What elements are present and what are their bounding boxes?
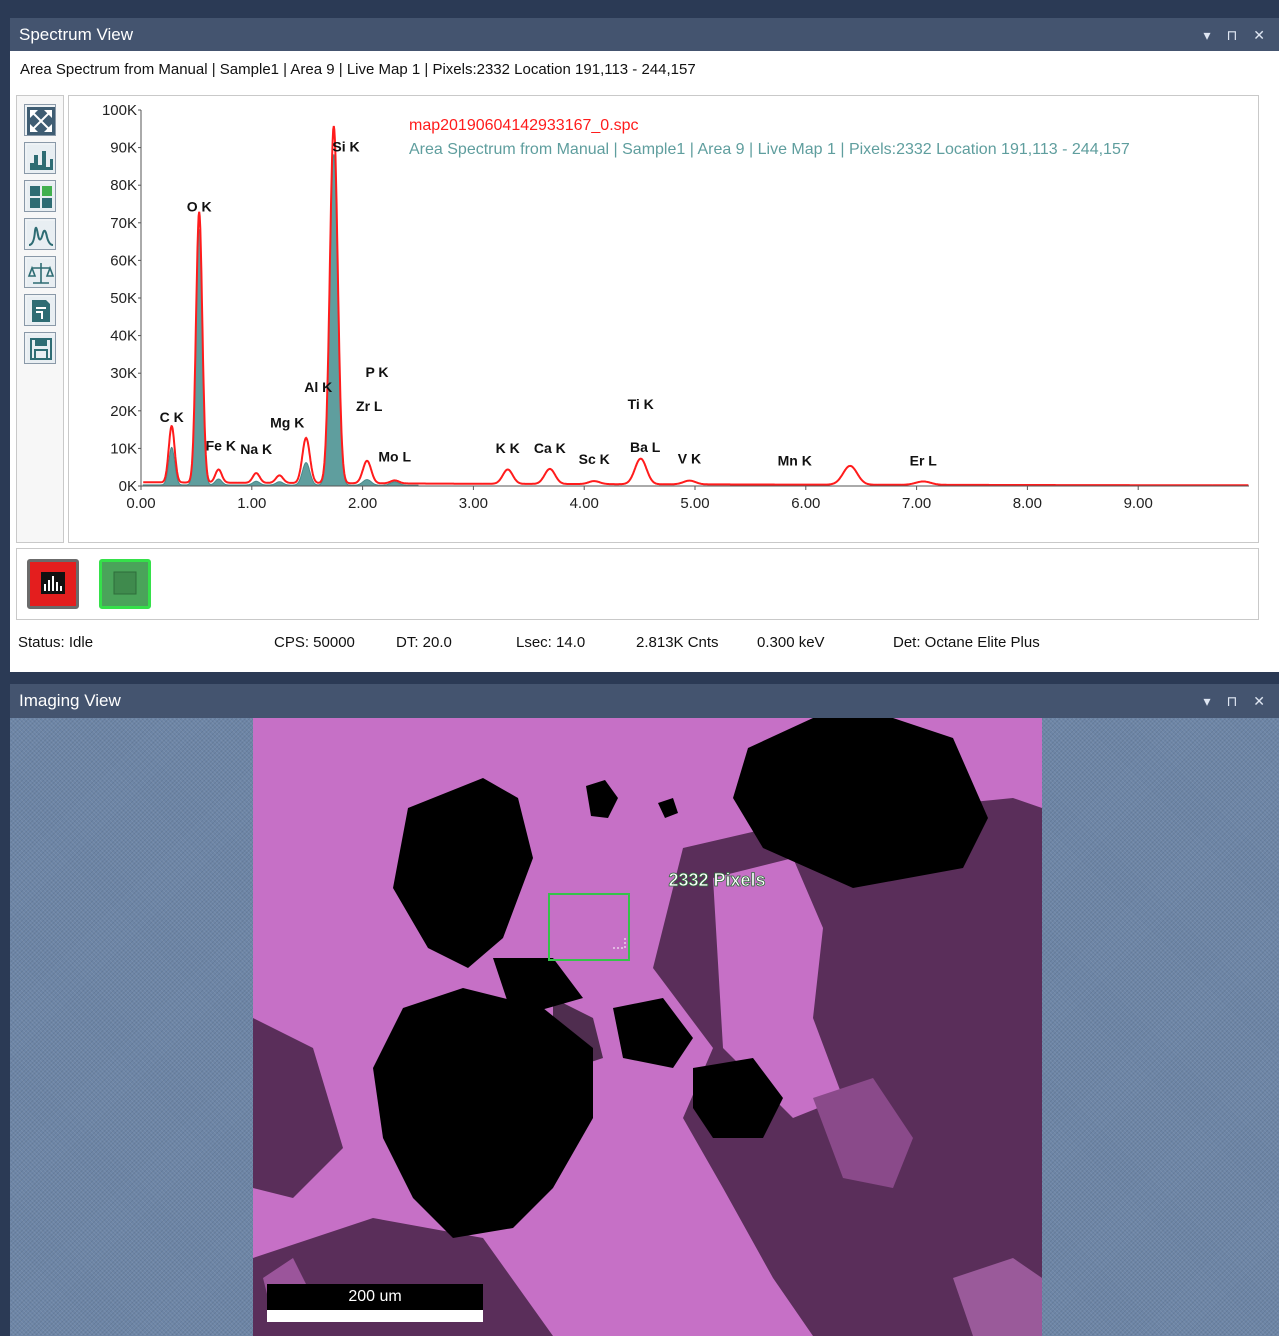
area-spectrum-series: [142, 154, 419, 487]
y-tick-label: 0K: [119, 478, 137, 495]
x-tick-label: 9.00: [1124, 495, 1153, 512]
panel-controls-icon[interactable]: ▾ ⊓ ✕: [1204, 684, 1271, 718]
spectrum-view-titlebar: Spectrum View ▾ ⊓ ✕: [10, 18, 1279, 52]
area-spectrum-toggle[interactable]: [99, 559, 151, 609]
peak-fit-icon: [27, 221, 55, 249]
x-tick-label: 8.00: [1013, 495, 1042, 512]
balance-icon: [27, 259, 55, 287]
peak-label: Fe K: [206, 437, 236, 453]
peak-label: O K: [187, 199, 212, 215]
peak-label: Ti K: [628, 396, 654, 412]
status-lsec: Lsec: 14.0: [516, 634, 586, 651]
y-tick-label: 100K: [102, 102, 137, 119]
status-dt: DT: 20.0: [396, 634, 452, 651]
peak-label: C K: [160, 409, 184, 425]
y-tick-label: 90K: [110, 140, 137, 157]
bar-chart-icon: [41, 572, 65, 594]
peak-label: Zr L: [356, 398, 383, 414]
y-tick-label: 30K: [110, 365, 137, 382]
x-tick-label: 3.00: [459, 495, 488, 512]
y-tick-label: 10K: [110, 440, 137, 457]
status-bar: Status: Idle CPS: 50000 DT: 20.0 Lsec: 1…: [10, 626, 1279, 660]
spectrum-subtitle: Area Spectrum from Manual | Sample1 | Ar…: [20, 61, 696, 78]
imaging-view-panel: 2332 Pixels 200 um: [10, 718, 1279, 1336]
peak-label: Mo L: [378, 449, 411, 465]
y-tick-label: 70K: [110, 215, 137, 232]
x-tick-label: 6.00: [791, 495, 820, 512]
peak-label: Si K: [332, 138, 359, 154]
y-tick-label: 80K: [110, 177, 137, 194]
zoom-fit-icon: [27, 107, 55, 135]
spectrum-scale-button[interactable]: [24, 142, 56, 174]
peak-label: Na K: [240, 441, 272, 457]
y-tick-label: 60K: [110, 252, 137, 269]
peak-label: V K: [678, 450, 701, 466]
zoom-fit-button[interactable]: [24, 104, 56, 136]
peak-label: Ca K: [534, 440, 566, 456]
spectrum-view-title: Spectrum View: [19, 25, 134, 44]
peak-label: Al K: [304, 379, 332, 395]
status-counts: 2.813K Cnts: [636, 634, 719, 651]
balance-button[interactable]: [24, 256, 56, 288]
spectrum-plot-frame: 0K 10K 20K 30K 40K 50K 60K 70K 80K 90K 100K 0.00 1.…: [68, 95, 1259, 543]
roi-pixel-count-label: 2332 Pixels: [668, 870, 765, 890]
spectrum-toolbar: [16, 95, 64, 543]
scale-bar-label: 200 um: [267, 1284, 483, 1310]
status-energy: 0.300 keV: [757, 634, 825, 651]
peak-label: P K: [365, 364, 388, 380]
scale-bar: 200 um: [267, 1284, 483, 1322]
imaging-view-title: Imaging View: [19, 691, 121, 710]
peak-label: K K: [496, 440, 520, 456]
y-tick-label: 40K: [110, 328, 137, 345]
spectrum-legend-bar: [16, 548, 1259, 620]
x-tick-label: 2.00: [348, 495, 377, 512]
peak-label: Er L: [910, 452, 938, 468]
legend-red-spectrum: map20190604142933167_0.spc: [409, 117, 639, 134]
legend-area-spectrum: Area Spectrum from Manual | Sample1 | Ar…: [409, 141, 1130, 158]
x-tick-label: 0.00: [126, 495, 155, 512]
peak-label: Mn K: [778, 452, 812, 468]
peak-label: Ba L: [630, 439, 661, 455]
export-button[interactable]: [24, 294, 56, 326]
save-button[interactable]: [24, 332, 56, 364]
imaging-view-titlebar: Imaging View ▾ ⊓ ✕: [10, 684, 1279, 718]
spectrum-scale-icon: [27, 145, 55, 173]
x-tick-label: 4.00: [570, 495, 599, 512]
spectrum-view-panel: Area Spectrum from Manual | Sample1 | Ar…: [10, 51, 1279, 672]
layout-grid-icon: [27, 183, 55, 211]
panel-controls-icon[interactable]: ▾ ⊓ ✕: [1204, 18, 1271, 52]
element-map-graphic: 2332 Pixels: [253, 718, 1042, 1336]
status-detector: Det: Octane Elite Plus: [893, 634, 1040, 651]
peak-label: Mg K: [270, 415, 304, 431]
red-spectrum-toggle[interactable]: [27, 559, 79, 609]
y-tick-label: 20K: [110, 403, 137, 420]
x-tick-label: 7.00: [902, 495, 931, 512]
spectrum-chart[interactable]: 0K 10K 20K 30K 40K 50K 60K 70K 80K 90K 100K 0.00 1.…: [69, 96, 1258, 542]
area-select-icon: [113, 571, 137, 595]
peak-fit-button[interactable]: [24, 218, 56, 250]
x-tick-label: 1.00: [237, 495, 266, 512]
element-map-image[interactable]: 2332 Pixels 200 um: [253, 718, 1042, 1336]
peak-label: Sc K: [579, 451, 610, 467]
save-icon: [27, 335, 55, 363]
x-tick-label: 5.00: [680, 495, 709, 512]
status-cps: CPS: 50000: [274, 634, 355, 651]
status-state: Status: Idle: [18, 634, 94, 651]
layout-grid-button[interactable]: [24, 180, 56, 212]
y-tick-label: 50K: [110, 290, 137, 307]
red-spectrum-series: [143, 125, 1249, 487]
export-icon: [27, 297, 55, 325]
